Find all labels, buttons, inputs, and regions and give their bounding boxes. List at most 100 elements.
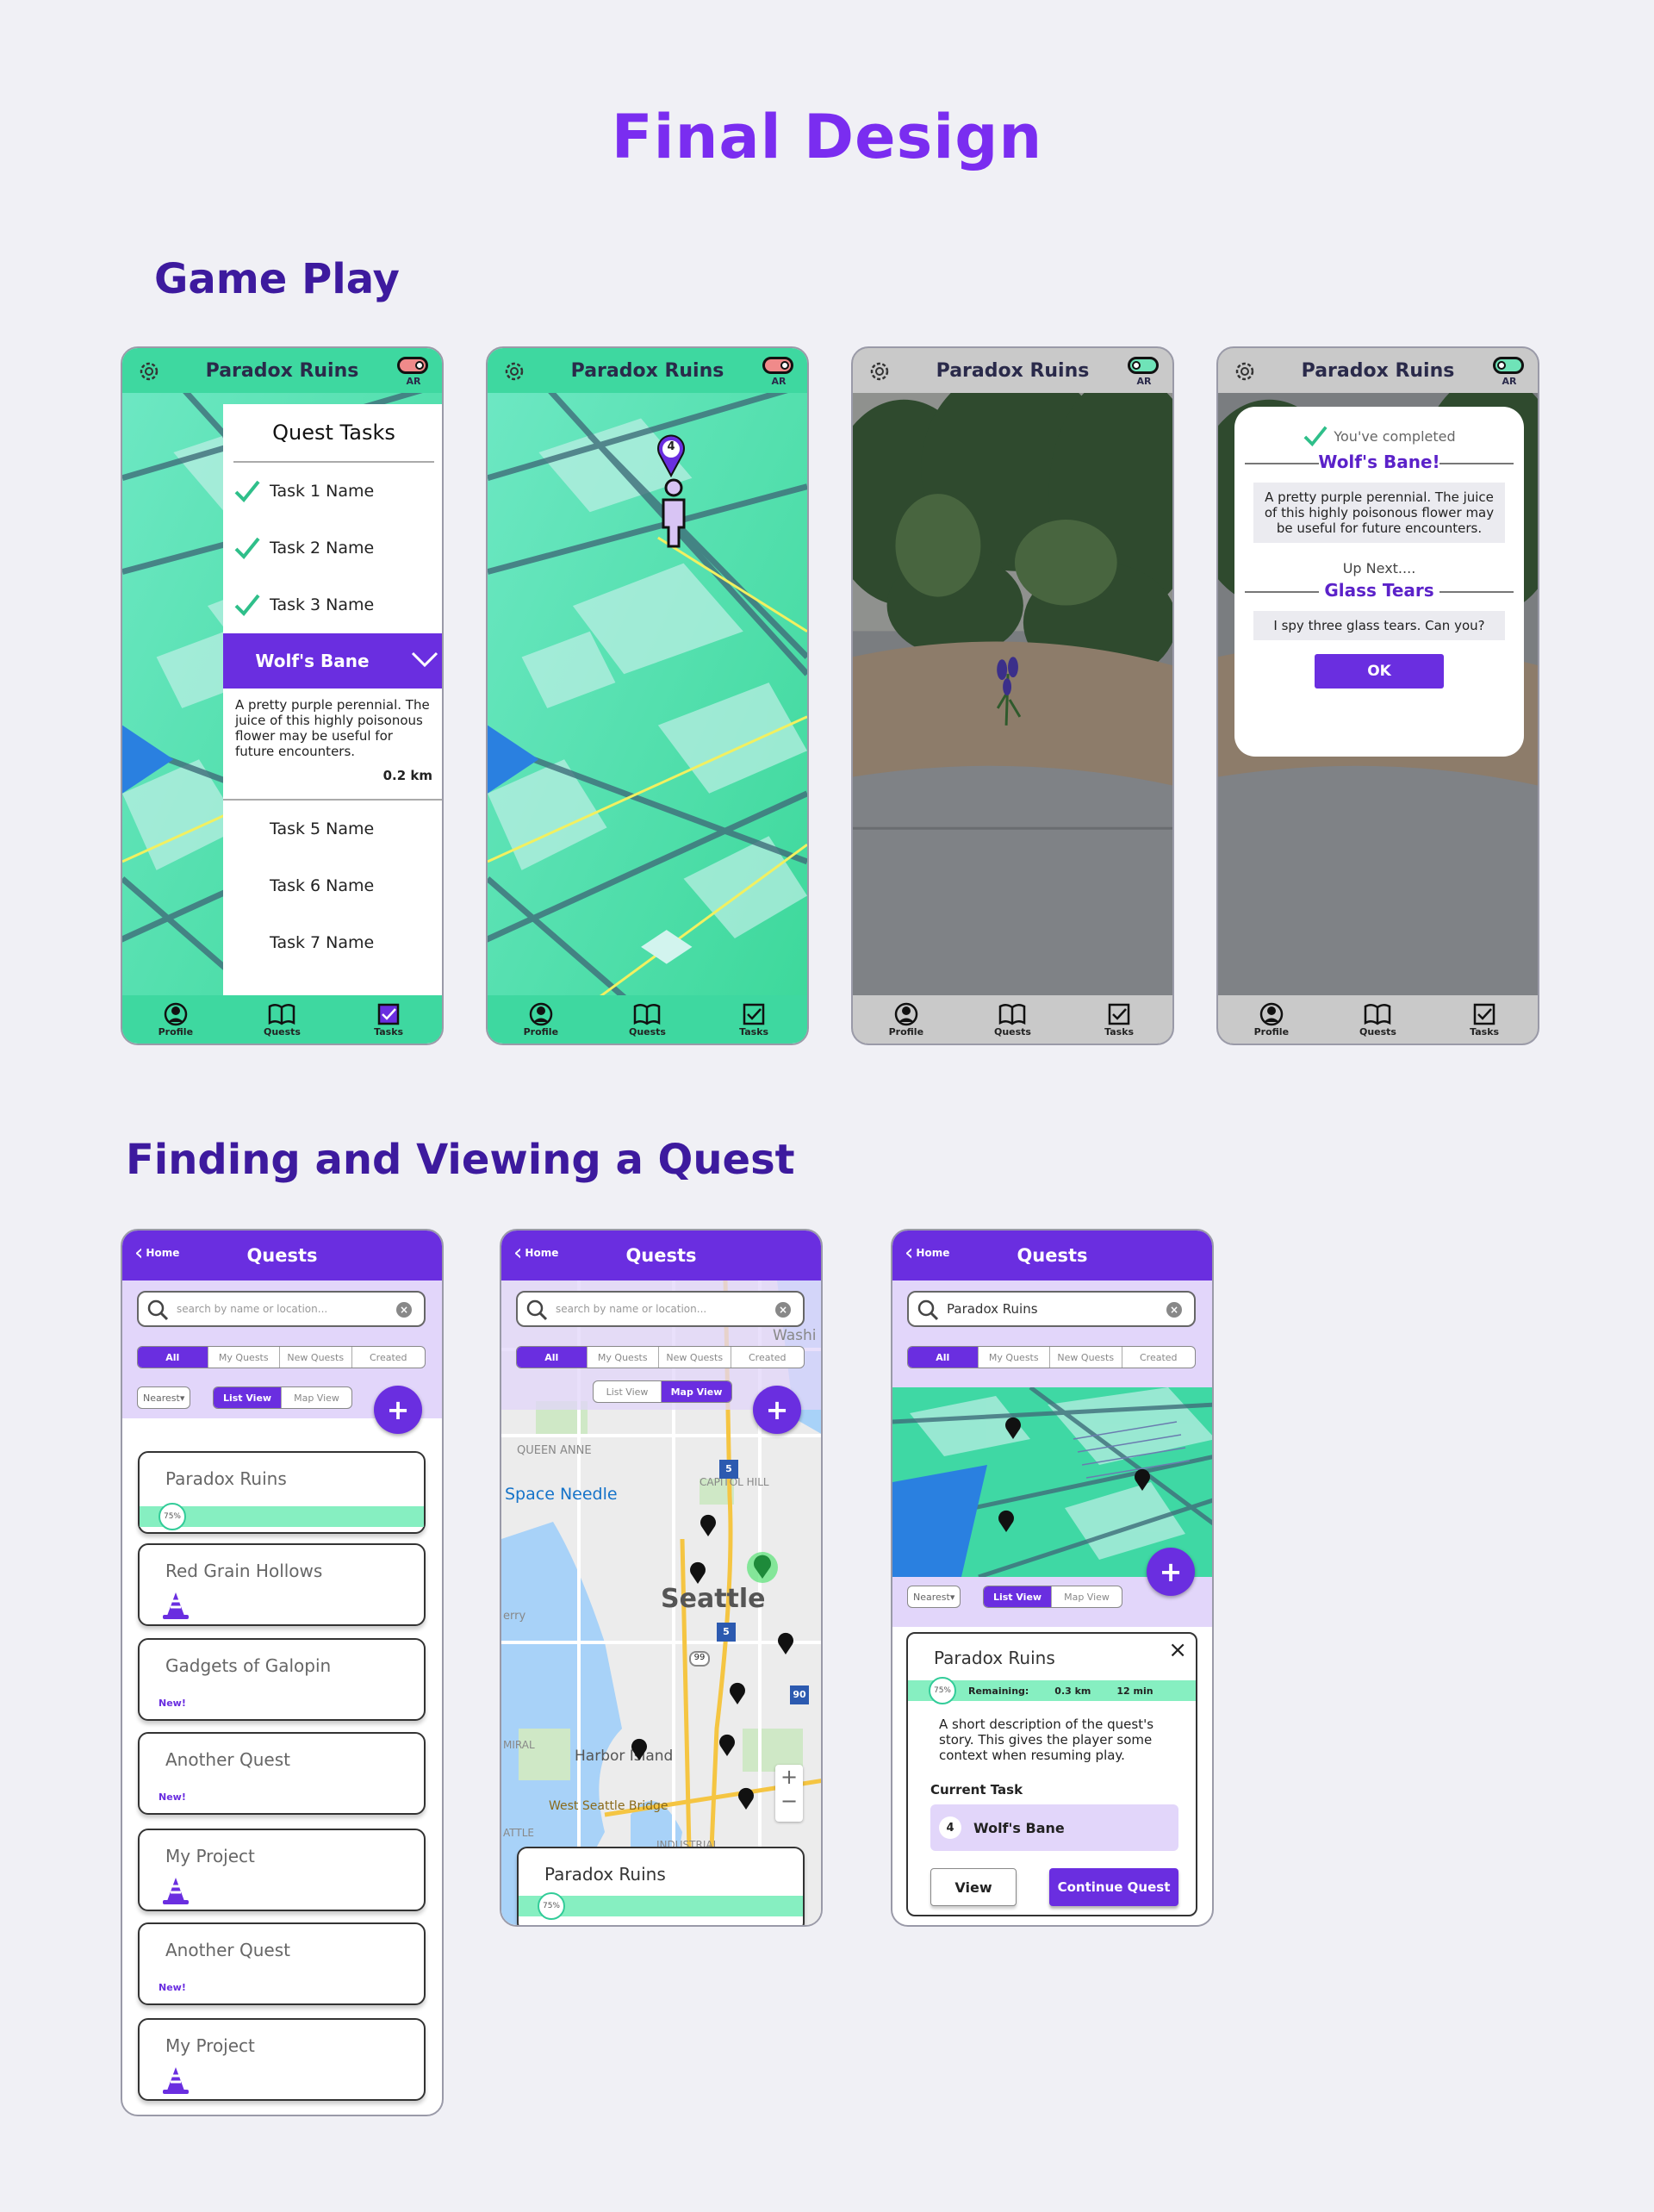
gear-icon[interactable]	[1232, 358, 1258, 384]
ar-label: AR	[406, 376, 421, 387]
back-home-button[interactable]: ‹ Home	[134, 1242, 179, 1264]
map-view-tab[interactable]: Map View	[1052, 1586, 1122, 1607]
ar-toggle[interactable]: AR	[1128, 357, 1160, 388]
nav-profile[interactable]: Profile	[137, 1002, 215, 1037]
quest-card[interactable]: Another Quest New!	[138, 1732, 426, 1815]
task-row[interactable]: Task 2 Name	[223, 520, 442, 576]
book-icon	[269, 1003, 295, 1025]
screen-title: Quests	[1017, 1245, 1088, 1266]
chevron-left-icon: ‹	[905, 1240, 914, 1266]
bottom-nav: Profile Quests Tasks	[853, 995, 1172, 1044]
phone-quest-map: ‹ Home Quests search by name or location.…	[500, 1229, 823, 1927]
nav-quests[interactable]: Quests	[1339, 1002, 1416, 1037]
clear-icon[interactable]: ×	[1166, 1302, 1182, 1318]
nav-tasks[interactable]: Tasks	[1446, 1002, 1523, 1037]
profile-icon	[164, 1002, 188, 1025]
gear-icon[interactable]	[136, 358, 162, 384]
nav-label: Quests	[628, 1025, 666, 1037]
current-task-row[interactable]: 4 Wolf's Bane	[930, 1804, 1178, 1851]
back-home-button[interactable]: ‹ Home	[905, 1240, 949, 1266]
cone-icon	[163, 1878, 189, 1904]
filter-created[interactable]: Created	[352, 1347, 425, 1368]
quest-detail-card: Paradox Ruins × Remaining: 0.3 km 12 min 7…	[906, 1632, 1197, 1916]
filter-all[interactable]: All	[908, 1347, 979, 1368]
quests-header: ‹ Home Quests	[122, 1231, 442, 1280]
page-title: Final Design	[611, 102, 1043, 172]
add-quest-button[interactable]: +	[1147, 1548, 1195, 1596]
list-view-tab[interactable]: List View	[984, 1586, 1053, 1607]
next-task-title: Glass Tears	[1245, 580, 1514, 601]
view-button[interactable]: View	[930, 1868, 1017, 1906]
filter-new-quests[interactable]: New Quests	[280, 1347, 352, 1368]
list-view-tab[interactable]: List View	[214, 1387, 283, 1408]
quest-description: A short description of the quest's story…	[939, 1717, 1154, 1763]
clear-icon[interactable]: ×	[396, 1302, 412, 1318]
ar-camera-view[interactable]	[853, 348, 1172, 1044]
quest-card[interactable]: Another Quest New!	[138, 1922, 426, 2005]
ar-toggle[interactable]: AR	[397, 357, 430, 388]
quest-card[interactable]: Paradox Ruins 75%	[138, 1451, 426, 1534]
nav-tasks[interactable]: Tasks	[715, 1002, 793, 1037]
checkbox-icon	[377, 1003, 400, 1025]
task-row[interactable]: Task 7 Name	[223, 914, 442, 971]
search-input[interactable]: search by name or location... ×	[137, 1291, 426, 1327]
nav-quests[interactable]: Quests	[608, 1002, 686, 1037]
completed-task-title: Wolf's Bane!	[1245, 452, 1514, 472]
phone-task-complete: Paradox Ruins AR You've completed Wolf's…	[1216, 346, 1539, 1045]
check-icon	[234, 480, 260, 502]
nav-tasks[interactable]: Tasks	[1080, 1002, 1158, 1037]
task-row[interactable]: Task 3 Name	[223, 576, 442, 633]
add-quest-button[interactable]: +	[374, 1386, 422, 1434]
ar-toggle[interactable]: AR	[1493, 357, 1526, 388]
task-row[interactable]: Task 1 Name	[223, 463, 442, 520]
filter-all[interactable]: All	[138, 1347, 208, 1368]
task-label: Task 1 Name	[270, 482, 375, 501]
nav-quests[interactable]: Quests	[243, 1002, 320, 1037]
progress-badge: 75%	[538, 1892, 565, 1920]
quest-card[interactable]: Red Grain Hollows	[138, 1543, 426, 1626]
close-icon[interactable]: ×	[1168, 1637, 1187, 1663]
map-view-tab[interactable]: Map View	[282, 1387, 351, 1408]
sort-select[interactable]: Nearest ▾	[907, 1586, 961, 1608]
ar-toggle[interactable]: AR	[762, 357, 795, 388]
bottom-nav: Profile Quests Tasks	[122, 995, 442, 1044]
filter-my-quests[interactable]: My Quests	[979, 1347, 1051, 1368]
map-view[interactable]	[488, 348, 807, 1044]
continue-quest-button[interactable]: Continue Quest	[1049, 1868, 1178, 1906]
ar-label: AR	[1136, 376, 1152, 387]
quest-card[interactable]: My Project	[138, 2018, 426, 2101]
search-input[interactable]: Paradox Ruins ×	[907, 1291, 1196, 1327]
filter-new-quests[interactable]: New Quests	[1050, 1347, 1122, 1368]
up-next-label: Up Next....	[1342, 560, 1416, 576]
top-bar: Paradox Ruins AR	[122, 348, 442, 393]
remaining-time: 12 min	[1116, 1685, 1153, 1697]
task-row[interactable]: Task 5 Name	[223, 801, 442, 857]
checkbox-icon	[1473, 1003, 1495, 1025]
nav-profile[interactable]: Profile	[867, 1002, 945, 1037]
nav-profile[interactable]: Profile	[502, 1002, 580, 1037]
quest-tasks-panel: Quest Tasks Task 1 Name Task 2 Name Task…	[223, 404, 442, 999]
search-icon	[147, 1299, 169, 1321]
filter-created[interactable]: Created	[1122, 1347, 1195, 1368]
caret-down-icon: ▾	[949, 1591, 955, 1603]
current-task-label: Current Task	[930, 1782, 1023, 1798]
top-bar: Paradox Ruins AR	[488, 348, 807, 393]
filter-my-quests[interactable]: My Quests	[208, 1347, 281, 1368]
checkbox-icon	[1108, 1003, 1130, 1025]
player-avatar-icon	[662, 478, 686, 548]
nav-profile[interactable]: Profile	[1233, 1002, 1310, 1037]
quest-card[interactable]: My Project	[138, 1829, 426, 1911]
task-marker[interactable]: 4	[656, 434, 687, 478]
gear-icon[interactable]	[501, 358, 527, 384]
nav-quests[interactable]: Quests	[973, 1002, 1051, 1037]
gear-icon[interactable]	[867, 358, 892, 384]
search-value: Paradox Ruins	[947, 1301, 1038, 1317]
nav-tasks[interactable]: Tasks	[350, 1002, 427, 1037]
sort-select[interactable]: Nearest ▾	[137, 1386, 191, 1409]
task-row[interactable]: Task 6 Name	[223, 857, 442, 914]
book-icon	[634, 1003, 661, 1025]
quest-card[interactable]: Gadgets of Galopin New!	[138, 1638, 426, 1721]
active-task-header[interactable]: Wolf's Bane	[223, 633, 442, 689]
quest-card[interactable]: Paradox Ruins 75%	[517, 1847, 805, 1925]
ok-button[interactable]: OK	[1315, 654, 1444, 689]
